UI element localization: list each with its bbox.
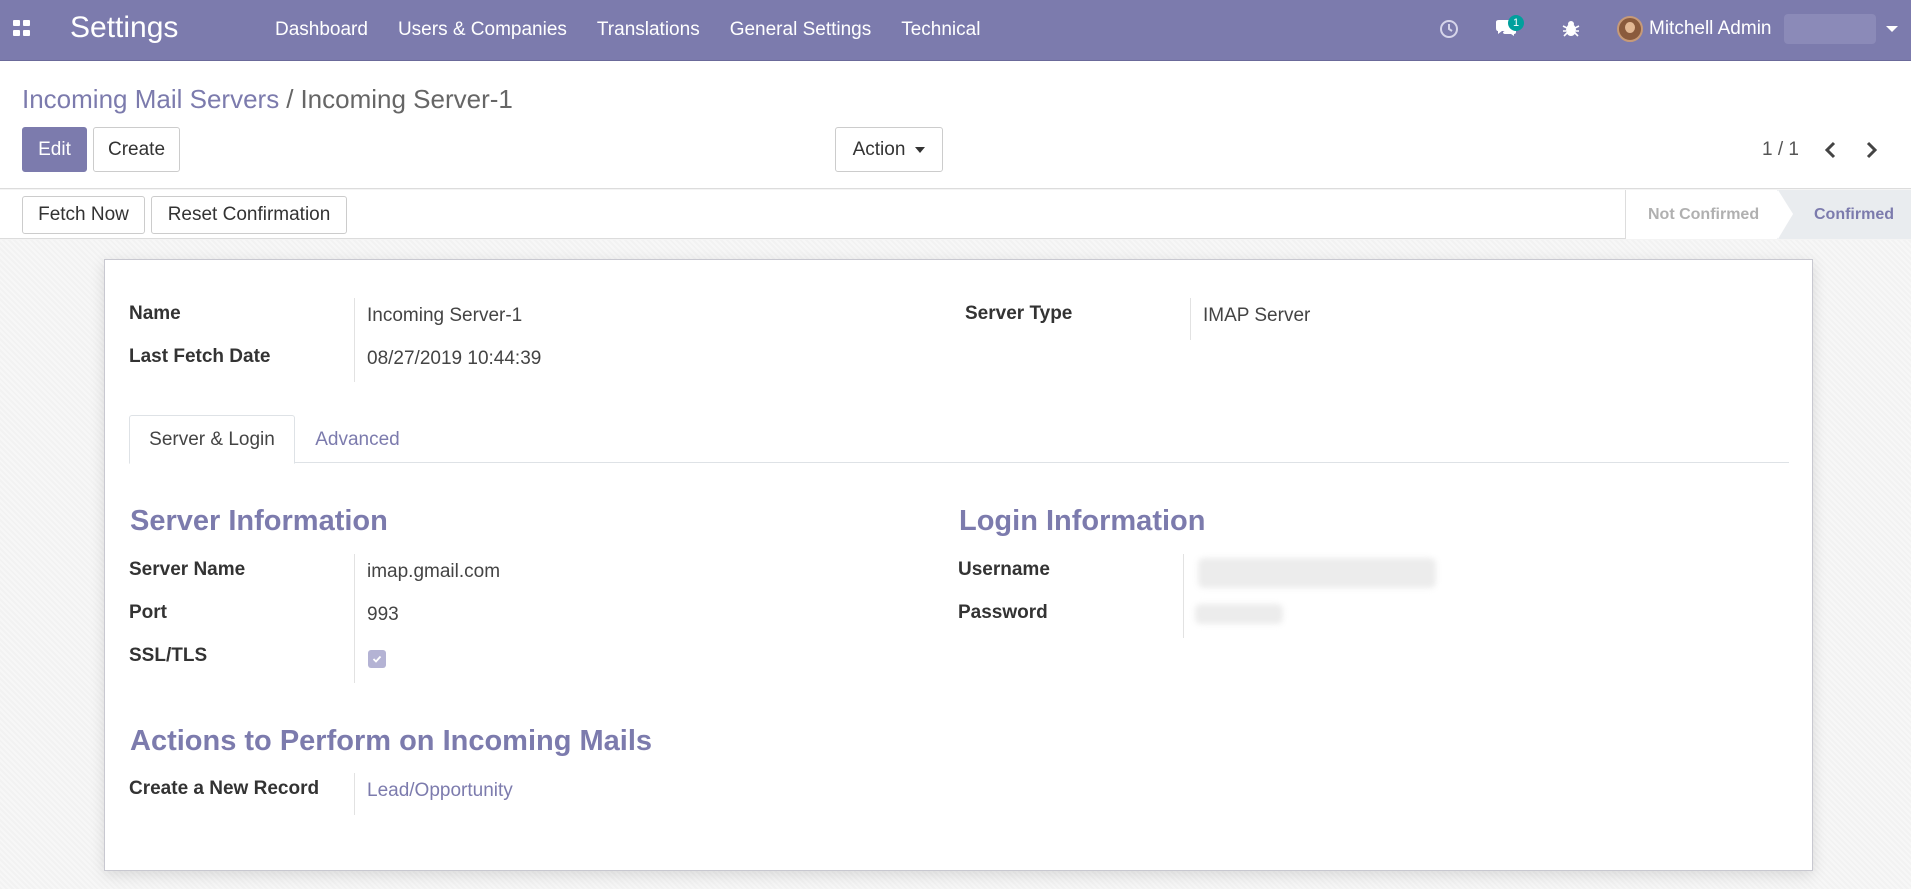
last-fetch-date-label: Last Fetch Date [129,346,271,367]
server-type-value: IMAP Server [1203,305,1311,326]
chevron-right-icon[interactable] [1860,137,1884,163]
database-name-blurred [1783,14,1876,44]
create-new-record-label: Create a New Record [129,778,320,799]
name-value: Incoming Server-1 [367,305,523,326]
reset-confirmation-button[interactable]: Reset Confirmation [151,196,347,234]
stage-confirmed-label: Confirmed [1814,205,1894,223]
main-menu: Dashboard Users & Companies Translations… [275,19,1010,41]
field-divider [354,773,355,815]
menu-item-users-companies[interactable]: Users & Companies [398,19,567,41]
server-name-label: Server Name [129,559,246,580]
edit-button[interactable]: Edit [22,127,87,172]
ssl-tls-checkbox [368,650,386,668]
form-statusbar: Fetch Now Reset Confirmation Not Confirm… [0,190,1911,239]
menu-item-translations[interactable]: Translations [597,19,700,41]
checkmark-icon [372,655,382,663]
top-navbar: Settings Dashboard Users & Companies Tra… [0,0,1911,61]
control-panel: Incoming Mail Servers / Incoming Server-1 … [0,61,1911,189]
stage-not-confirmed[interactable]: Not Confirmed [1625,190,1777,239]
name-label: Name [129,303,181,324]
field-divider [354,554,355,683]
tab-advanced[interactable]: Advanced [295,415,420,464]
apps-menu-icon[interactable] [13,20,31,36]
tab-server-login[interactable]: Server & Login [129,415,295,464]
stage-pipeline: Not Confirmed Confirmed [1625,190,1911,239]
caret-down-icon [1885,26,1898,32]
stage-confirmed[interactable]: Confirmed [1777,190,1911,239]
last-fetch-date-value: 08/27/2019 10:44:39 [367,348,542,369]
breadcrumb-separator: / [286,84,294,114]
field-divider [1190,298,1191,340]
create-button[interactable]: Create [93,127,180,172]
field-divider [1183,554,1184,638]
server-name-value: imap.gmail.com [367,561,501,582]
breadcrumb-parent[interactable]: Incoming Mail Servers [22,84,279,114]
chevron-left-icon[interactable] [1818,137,1842,163]
password-label: Password [958,602,1048,623]
notebook-tabs: Server & Login Advanced [129,415,1789,464]
action-label: Action [852,138,906,160]
field-divider [354,298,355,382]
chat-badge: 1 [1508,15,1525,31]
port-value: 993 [367,604,399,625]
ssl-tls-label: SSL/TLS [129,645,208,666]
user-menu[interactable]: Mitchell Admin [1617,14,1898,44]
server-information-title: Server Information [130,505,388,537]
username-label: Username [958,559,1050,580]
pager-value[interactable]: 1 / 1 [1762,139,1799,161]
menu-item-technical[interactable]: Technical [901,19,980,41]
action-dropdown-button[interactable]: Action [835,127,943,172]
fetch-now-button[interactable]: Fetch Now [22,196,145,234]
caret-down-icon [915,146,926,153]
form-sheet: Name Last Fetch Date Incoming Server-1 0… [104,259,1813,871]
login-information-title: Login Information [959,505,1206,537]
bug-icon[interactable] [1560,16,1582,42]
avatar [1617,16,1643,42]
user-name: Mitchell Admin [1649,18,1772,39]
chat-icon[interactable]: 1 [1488,15,1525,42]
menu-item-dashboard[interactable]: Dashboard [275,19,368,41]
server-type-label: Server Type [965,303,1073,324]
clock-icon[interactable] [1438,16,1460,42]
menu-item-general-settings[interactable]: General Settings [730,19,872,41]
app-title[interactable]: Settings [70,11,178,45]
breadcrumb-current: Incoming Server-1 [300,84,513,114]
password-value-blurred [1195,604,1283,624]
create-new-record-link[interactable]: Lead/Opportunity [367,780,513,802]
username-value-blurred [1198,558,1436,588]
port-label: Port [129,602,167,623]
actions-title: Actions to Perform on Incoming Mails [130,725,653,757]
breadcrumb: Incoming Mail Servers / Incoming Server-1 [22,84,513,115]
